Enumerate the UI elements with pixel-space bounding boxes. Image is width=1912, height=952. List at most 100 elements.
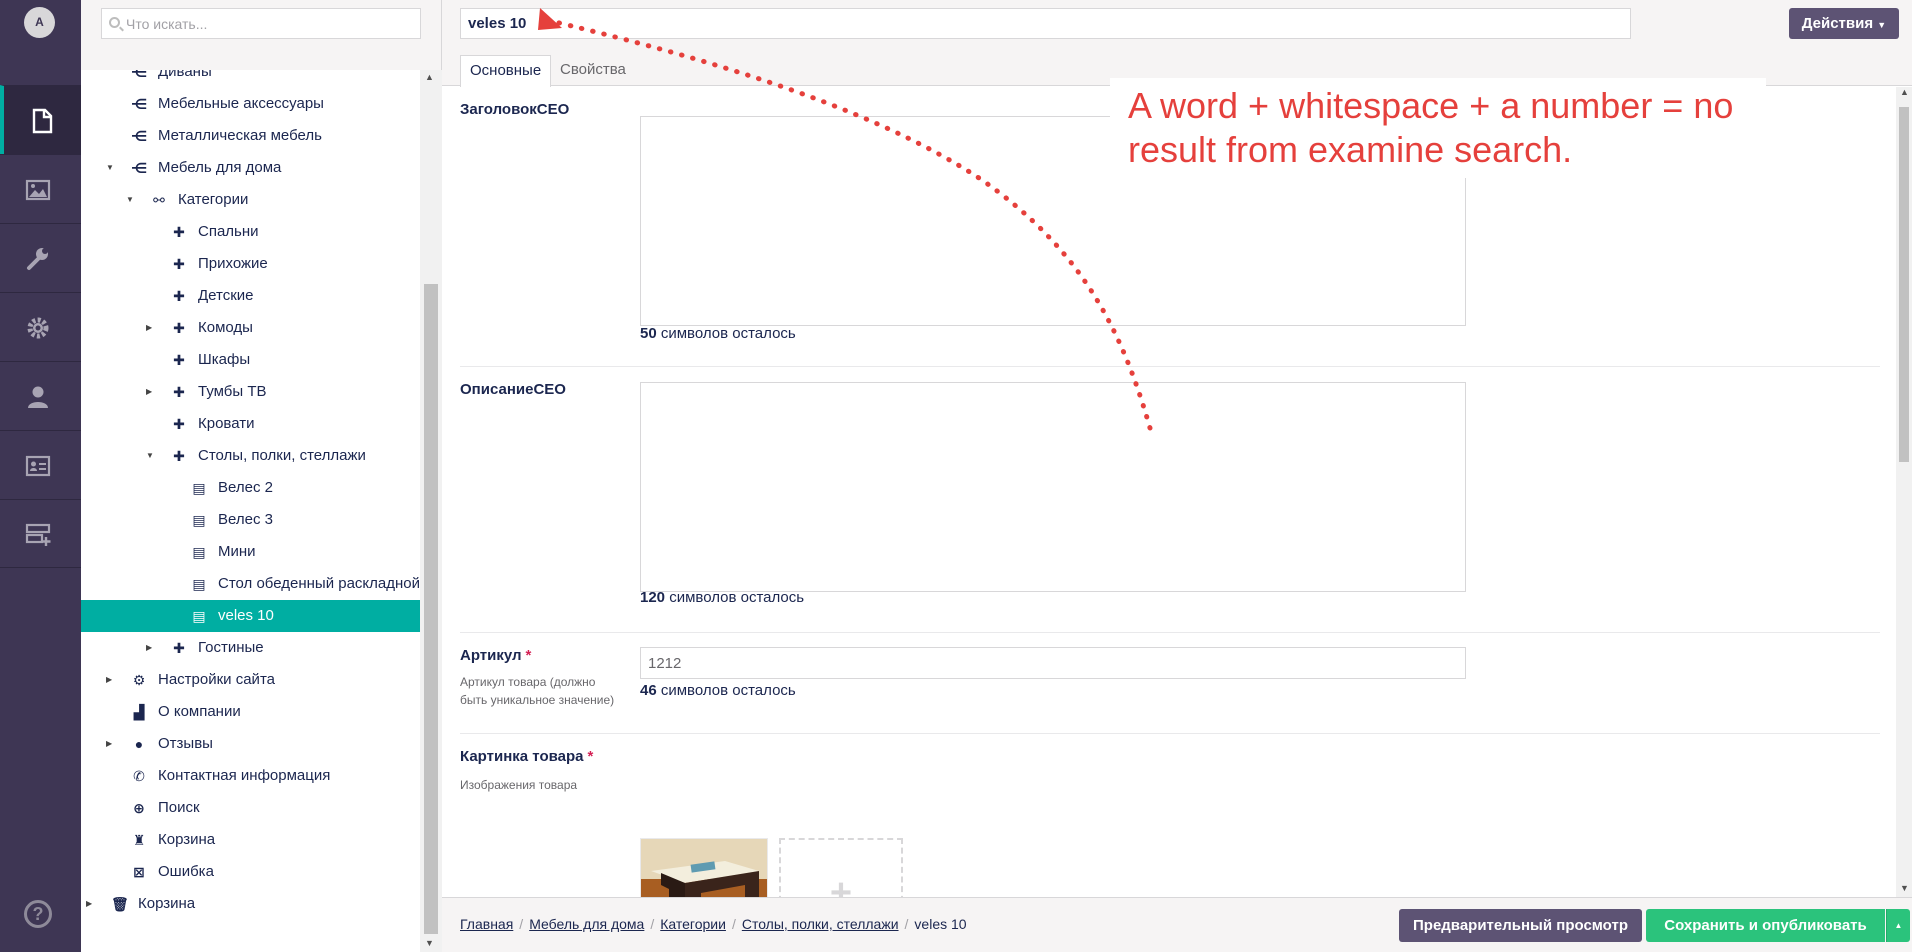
scroll-up-arrow-icon[interactable]: ▲ bbox=[425, 72, 434, 82]
forms-section-button[interactable] bbox=[0, 499, 81, 568]
tree-node-label: Мебель для дома bbox=[158, 159, 282, 176]
tree-node[interactable]: ▟ О компании bbox=[81, 696, 420, 728]
main-scrollbar-thumb[interactable] bbox=[1899, 107, 1909, 462]
tree-node[interactable]: ▤ Стол обеденный раскладной bbox=[81, 568, 420, 600]
content-tree-panel: ⋲ Диваны ⋲ Мебельные аксессуары ⋲ Металлическ… bbox=[81, 0, 442, 952]
caret-collapsed-icon[interactable]: ▶ bbox=[106, 728, 118, 760]
tree-node[interactable]: ✚ Шкафы bbox=[81, 344, 420, 376]
save-and-publish-button[interactable]: Сохранить и опубликовать bbox=[1646, 909, 1885, 942]
caret-collapsed-icon[interactable]: ▶ bbox=[146, 376, 158, 408]
breadcrumb-link-home[interactable]: Главная bbox=[460, 916, 513, 932]
tree-node[interactable]: ⊕ Поиск bbox=[81, 792, 420, 824]
content-section-button[interactable] bbox=[0, 85, 81, 154]
tree-node[interactable]: ▶ ⚙ Настройки сайта bbox=[81, 664, 420, 696]
tree-node[interactable]: ▶ 🗑 Корзина bbox=[81, 888, 420, 920]
preview-button[interactable]: Предварительный просмотр bbox=[1399, 909, 1642, 942]
tree-node[interactable]: ⊠ Ошибка bbox=[81, 856, 420, 888]
breadcrumb-link-home-furniture[interactable]: Мебель для дома bbox=[529, 916, 644, 932]
tree-node[interactable]: ▶ ✚ Гостиные bbox=[81, 632, 420, 664]
content-document-icon bbox=[32, 108, 53, 134]
caret-collapsed-icon[interactable]: ▶ bbox=[86, 888, 98, 920]
tree-node[interactable]: ▤ veles 10 bbox=[81, 600, 420, 632]
breadcrumb-link-categories[interactable]: Категории bbox=[660, 916, 726, 932]
tree-search-box[interactable] bbox=[101, 8, 421, 39]
tree-node[interactable]: ▤ Велес 2 bbox=[81, 472, 420, 504]
scroll-down-arrow-icon[interactable]: ▼ bbox=[1900, 883, 1909, 893]
caret-collapsed-icon[interactable]: ▶ bbox=[146, 312, 158, 344]
product-page-icon: ▤ bbox=[192, 608, 206, 624]
tree-scrollbar-thumb[interactable] bbox=[424, 284, 438, 934]
add-image-button[interactable]: + bbox=[779, 838, 903, 897]
tree-node-label: Корзина bbox=[158, 831, 216, 848]
settings-section-button[interactable] bbox=[0, 223, 81, 292]
tree-node-label: Корзина bbox=[138, 895, 196, 912]
scroll-down-arrow-icon[interactable]: ▼ bbox=[425, 938, 434, 948]
category-cross-icon: ✚ bbox=[173, 384, 185, 400]
tree-node[interactable]: ✆ Контактная информация bbox=[81, 760, 420, 792]
tree-node[interactable]: ▼ ⚯ Категории bbox=[81, 184, 420, 216]
editor-footer: Главная / Мебель для дома / Категории / Столы,… bbox=[442, 897, 1912, 952]
tree-search-input[interactable] bbox=[126, 9, 416, 38]
tree-node-label: Спальни bbox=[198, 223, 259, 240]
help-icon[interactable]: ? bbox=[24, 900, 52, 928]
tree-node[interactable]: ⋲ Мебельные аксессуары bbox=[81, 88, 420, 120]
error-box-icon: ⊠ bbox=[133, 864, 145, 880]
actions-label: Действия bbox=[1801, 15, 1874, 32]
members-section-button[interactable] bbox=[0, 430, 81, 499]
tree-branch-icon: ⋲ bbox=[131, 70, 148, 80]
content-tree: ⋲ Диваны ⋲ Мебельные аксессуары ⋲ Металлическ… bbox=[81, 70, 420, 952]
product-image-thumbnail[interactable] bbox=[640, 838, 768, 897]
publish-options-caret-icon[interactable]: ▲ bbox=[1886, 909, 1910, 942]
caret-collapsed-icon[interactable]: ▶ bbox=[146, 632, 158, 664]
tree-node[interactable]: ▶ ● Отзывы bbox=[81, 728, 420, 760]
media-image-icon bbox=[25, 179, 51, 201]
tree-node[interactable]: ✚ Кровати bbox=[81, 408, 420, 440]
caret-expanded-icon[interactable]: ▼ bbox=[146, 440, 158, 472]
scroll-up-arrow-icon[interactable]: ▲ bbox=[1900, 87, 1909, 97]
actions-dropdown-button[interactable]: Действия ▼ bbox=[1789, 8, 1899, 39]
tree-node[interactable]: ✚ Прихожие bbox=[81, 248, 420, 280]
sku-input[interactable] bbox=[640, 647, 1466, 679]
tree-node-label: Стол обеденный раскладной bbox=[218, 575, 420, 592]
tree-node[interactable]: ▼ ⋲ Мебель для дома bbox=[81, 152, 420, 184]
tree-node-label: Кровати bbox=[198, 415, 255, 432]
coffee-table-image bbox=[641, 839, 767, 897]
phone-icon: ✆ bbox=[133, 768, 145, 784]
tree-node[interactable]: ✚ Спальни bbox=[81, 216, 420, 248]
caret-expanded-icon[interactable]: ▼ bbox=[126, 184, 138, 216]
site-settings-icon: ⚙ bbox=[132, 672, 146, 688]
tree-node[interactable]: ▤ Мини bbox=[81, 536, 420, 568]
tree-node-label: Гостиные bbox=[198, 639, 264, 656]
breadcrumb-current: veles 10 bbox=[914, 916, 967, 932]
main-scrollbar[interactable]: ▲ ▼ bbox=[1896, 87, 1912, 897]
category-cross-icon: ✚ bbox=[173, 224, 185, 240]
tree-node[interactable]: ♜ Корзина bbox=[81, 824, 420, 856]
tree-node[interactable]: ▶ ✚ Тумбы ТВ bbox=[81, 376, 420, 408]
tree-node[interactable]: ▤ Велес 3 bbox=[81, 504, 420, 536]
tree-node-label: Комоды bbox=[198, 319, 253, 336]
category-cross-icon: ✚ bbox=[173, 448, 185, 464]
users-section-button[interactable] bbox=[0, 361, 81, 430]
tree-node[interactable]: ▶ ✚ Комоды bbox=[81, 312, 420, 344]
caret-collapsed-icon[interactable]: ▶ bbox=[106, 664, 118, 696]
tree-scrollbar[interactable]: ▲ ▼ bbox=[420, 70, 442, 952]
tree-node[interactable]: ✚ Детские bbox=[81, 280, 420, 312]
category-cross-icon: ✚ bbox=[173, 256, 185, 272]
sku-char-counter: 46 символов осталось bbox=[640, 682, 796, 699]
tree-node[interactable]: ▼ ✚ Столы, полки, стеллажи bbox=[81, 440, 420, 472]
app-section-rail: A ? bbox=[0, 0, 81, 952]
required-mark: * bbox=[525, 647, 532, 664]
member-card-icon bbox=[25, 455, 51, 477]
tree-node[interactable]: ⋲ Диваны bbox=[81, 70, 420, 88]
tree-branch-icon: ⋲ bbox=[131, 160, 148, 176]
tree-node[interactable]: ⋲ Металлическая мебель bbox=[81, 120, 420, 152]
user-avatar[interactable]: A bbox=[24, 7, 55, 38]
tree-node-label: Прихожие bbox=[198, 255, 268, 272]
developer-section-button[interactable] bbox=[0, 292, 81, 361]
category-cross-icon: ✚ bbox=[173, 416, 185, 432]
caret-expanded-icon[interactable]: ▼ bbox=[106, 152, 118, 184]
media-section-button[interactable] bbox=[0, 154, 81, 223]
breadcrumb-link-tables[interactable]: Столы, полки, стеллажи bbox=[742, 916, 899, 932]
gear-icon bbox=[27, 317, 49, 339]
categories-icon: ⚯ bbox=[153, 192, 165, 208]
